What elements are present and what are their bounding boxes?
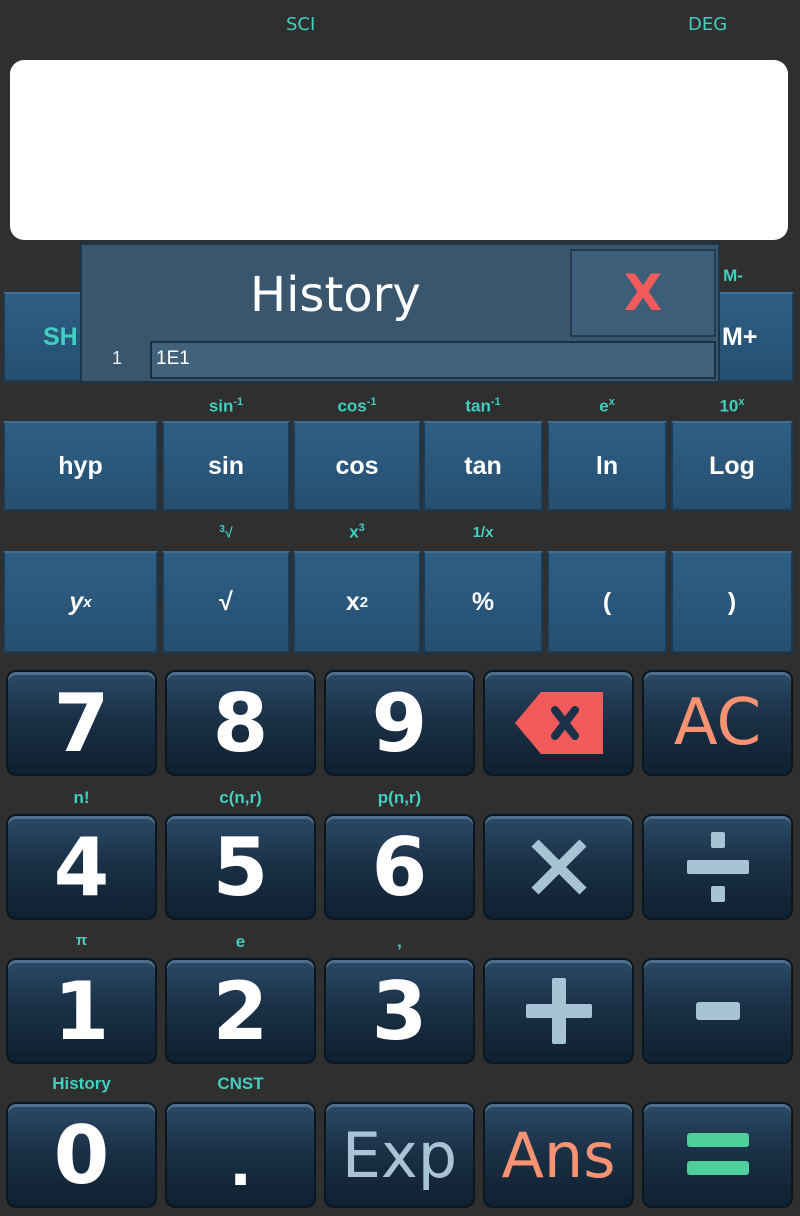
shift-button[interactable]: SH [3, 292, 83, 382]
history-entry[interactable]: 1E1 [150, 341, 716, 379]
digit-7-button[interactable]: 7 [6, 670, 157, 776]
digit-9-button[interactable]: 9 [324, 670, 475, 776]
cube-root-label: 3√ [219, 524, 233, 541]
divide-button[interactable] [642, 814, 793, 920]
plus-button[interactable] [483, 958, 634, 1064]
divide-icon [686, 832, 749, 902]
permutation-label: p(n,r) [377, 788, 422, 807]
backspace-button[interactable] [483, 670, 634, 776]
pi-label: π [75, 932, 88, 949]
multiply-button[interactable] [483, 814, 634, 920]
reciprocal-label: 1/x [472, 524, 494, 541]
digit-3-button[interactable]: 3 [324, 958, 475, 1064]
minus-button[interactable] [642, 958, 793, 1064]
sin-button[interactable]: sin [162, 421, 290, 511]
decimal-point-button[interactable]: . [165, 1102, 316, 1208]
combination-label: c(n,r) [219, 788, 262, 807]
cos-inverse-label: cos-1 [337, 396, 377, 416]
digit-4-button[interactable]: 4 [6, 814, 157, 920]
ln-button[interactable]: ln [547, 421, 667, 511]
digit-1-button[interactable]: 1 [6, 958, 157, 1064]
m-plus-button[interactable]: M+ [716, 292, 794, 382]
constants-label: CNST [217, 1074, 264, 1093]
plus-icon [525, 978, 592, 1044]
calculator-display [10, 60, 788, 240]
digit-6-button[interactable]: 6 [324, 814, 475, 920]
digit-0-button[interactable]: 0 [6, 1102, 157, 1208]
minus-icon [695, 1002, 740, 1020]
angle-unit-indicator: DEG [688, 14, 728, 35]
digit-2-button[interactable]: 2 [165, 958, 316, 1064]
hyp-button[interactable]: hyp [3, 421, 158, 511]
history-popup: History X 1 1E1 [80, 243, 720, 383]
backspace-icon [514, 692, 603, 754]
cos-button[interactable]: cos [293, 421, 421, 511]
digit-5-button[interactable]: 5 [165, 814, 316, 920]
history-close-button[interactable]: X [570, 249, 716, 337]
euler-label: e [235, 932, 246, 951]
digit-8-button[interactable]: 8 [165, 670, 316, 776]
history-entry-index: 1 [112, 348, 123, 368]
mode-indicator: SCI [286, 14, 316, 35]
factorial-label: n! [73, 788, 90, 807]
ans-button[interactable]: Ans [483, 1102, 634, 1208]
sin-inverse-label: sin-1 [208, 396, 244, 416]
close-icon: X [623, 264, 663, 322]
tan-inverse-label: tan-1 [465, 396, 501, 416]
tan-button[interactable]: tan [423, 421, 543, 511]
open-paren-button[interactable]: ( [547, 551, 667, 653]
ten-power-label: 10x [719, 396, 745, 416]
multiply-icon [530, 839, 587, 895]
comma-label: , [397, 932, 402, 951]
exp-button[interactable]: Exp [324, 1102, 475, 1208]
all-clear-button[interactable]: AC [642, 670, 793, 776]
history-label: History [52, 1074, 111, 1093]
y-power-x-button[interactable]: yx [3, 551, 158, 653]
history-title: History [250, 267, 421, 323]
cube-label: x3 [349, 522, 365, 542]
close-paren-button[interactable]: ) [671, 551, 793, 653]
exp-power-label: ex [599, 396, 615, 416]
percent-button[interactable]: % [423, 551, 543, 653]
square-button[interactable]: x2 [293, 551, 421, 653]
equals-button[interactable] [642, 1102, 793, 1208]
equals-icon [686, 1133, 749, 1175]
square-root-button[interactable]: √ [162, 551, 290, 653]
log-button[interactable]: Log [671, 421, 793, 511]
m-minus-label: M- [723, 266, 743, 285]
